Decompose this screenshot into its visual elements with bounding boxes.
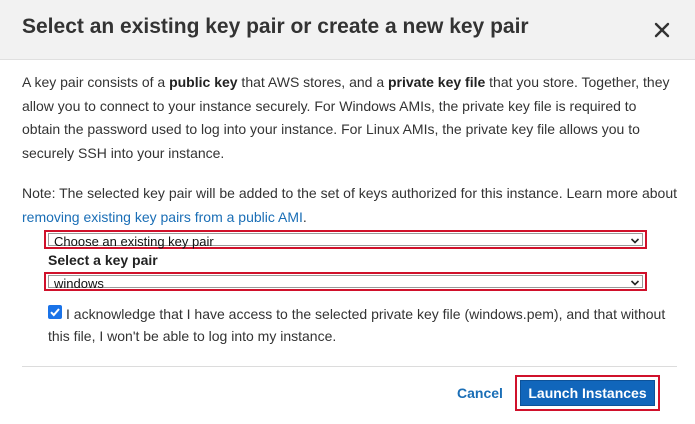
note-period: . <box>302 208 307 225</box>
dialog-title: Select an existing key pair or create a … <box>22 15 529 38</box>
description-text: A key pair consists of a public key that… <box>22 71 677 165</box>
launch-highlight: Launch Instances <box>515 375 660 411</box>
footer-divider <box>22 366 677 367</box>
cancel-button[interactable]: Cancel <box>457 385 503 401</box>
chevron-down-icon <box>630 280 640 286</box>
chevron-down-icon <box>630 238 640 244</box>
key-pair-select[interactable]: windows <box>48 275 643 291</box>
acknowledge-text: I acknowledge that I have access to the … <box>48 303 668 347</box>
key-pair-value: windows <box>54 276 104 291</box>
close-button[interactable] <box>648 16 676 44</box>
note-text: Note: The selected key pair will be adde… <box>22 182 677 229</box>
note-body: Note: The selected key pair will be adde… <box>22 185 678 201</box>
dialog-header: Select an existing key pair or create a … <box>0 0 695 60</box>
acknowledge-label: I acknowledge that I have access to the … <box>48 306 666 344</box>
description-bold-private-key: private key file <box>388 74 486 90</box>
key-pair-mode-select[interactable]: Choose an existing key pair <box>48 233 643 249</box>
key-pair-dialog: Select an existing key pair or create a … <box>0 0 695 424</box>
dialog-body: A key pair consists of a public key that… <box>22 71 677 229</box>
description-part: that AWS stores, and a <box>237 74 388 90</box>
remove-key-pairs-link[interactable]: removing existing key pairs from a publi… <box>22 209 303 225</box>
close-icon <box>654 22 670 38</box>
key-pair-highlight: windows <box>44 272 647 291</box>
description-bold-public-key: public key <box>169 74 238 90</box>
key-pair-mode-value: Choose an existing key pair <box>54 234 214 249</box>
description-part: A key pair consists of a <box>22 74 170 90</box>
select-key-pair-label: Select a key pair <box>48 252 158 268</box>
key-pair-mode-highlight: Choose an existing key pair <box>44 230 647 249</box>
launch-instances-button[interactable]: Launch Instances <box>520 380 655 406</box>
